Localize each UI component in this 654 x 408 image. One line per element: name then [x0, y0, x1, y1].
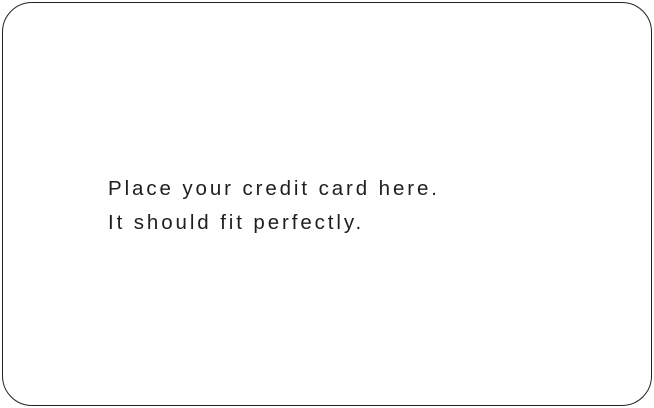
card-instructions: Place your credit card here. It should f… — [108, 172, 440, 240]
instruction-line-2: It should fit perfectly. — [108, 211, 365, 234]
instruction-line-1: Place your credit card here. — [108, 177, 440, 200]
